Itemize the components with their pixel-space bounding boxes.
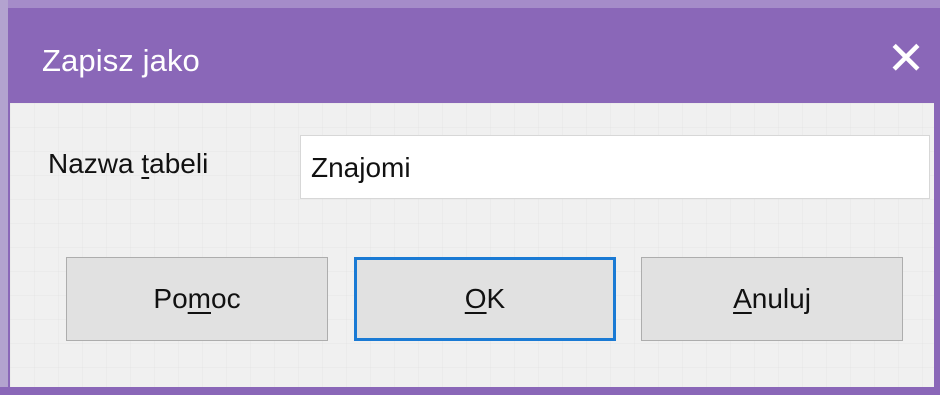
close-button[interactable]: ✕ (881, 31, 931, 85)
ok-button-mnemonic: O (464, 283, 487, 314)
save-as-dialog: Zapisz jako ✕ Nazwa tabeli Znajomi Po m oc… (0, 0, 940, 395)
window-top-edge (0, 0, 940, 8)
close-icon: ✕ (886, 31, 926, 85)
dialog-titlebar: Zapisz jako ✕ (8, 8, 940, 103)
cancel-button-suffix: nuluj (751, 283, 811, 314)
table-name-label-suffix: abeli (149, 148, 209, 179)
table-name-label: Nazwa tabeli (48, 147, 208, 181)
table-name-label-prefix: Nazwa (48, 148, 142, 179)
window-bottom-border (0, 387, 940, 395)
window-left-edge (0, 0, 8, 395)
table-name-label-mnemonic: t (141, 148, 150, 179)
ok-button-suffix: K (486, 283, 506, 314)
help-button-prefix: Po (153, 283, 188, 314)
window-right-border (934, 103, 940, 395)
dialog-title: Zapisz jako (42, 43, 200, 78)
help-button-suffix: oc (211, 283, 241, 314)
ok-button[interactable]: OK (354, 257, 616, 341)
table-name-value: Znajomi (311, 152, 411, 183)
cancel-button[interactable]: Anuluj (641, 257, 903, 341)
table-name-input[interactable]: Znajomi (300, 135, 930, 199)
dialog-content: Nazwa tabeli Znajomi Po m oc OK Anuluj (10, 103, 934, 390)
cancel-button-mnemonic: A (733, 283, 752, 314)
help-button[interactable]: Po m oc (66, 257, 328, 341)
help-button-mnemonic: m (187, 283, 211, 314)
